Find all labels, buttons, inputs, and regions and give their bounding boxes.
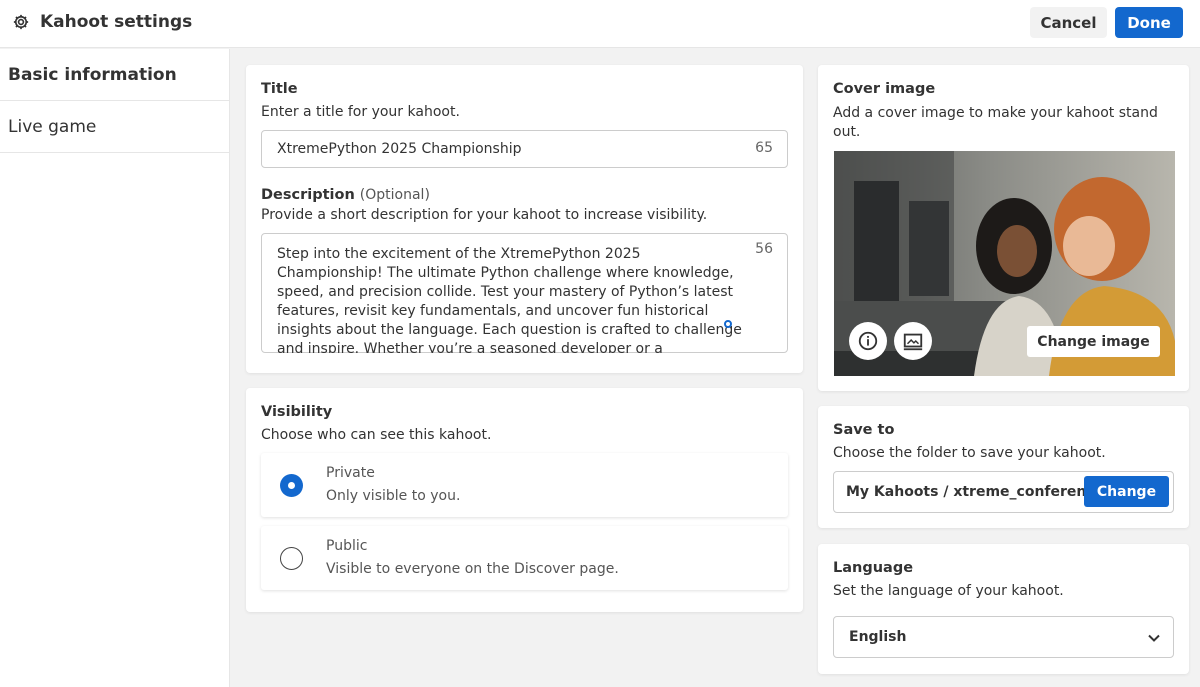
language-label: Language bbox=[833, 560, 914, 576]
cover-image: Change image bbox=[834, 151, 1175, 376]
radio-public[interactable] bbox=[280, 547, 303, 570]
description-label: Description (Optional) bbox=[261, 184, 430, 203]
change-image-button[interactable]: Change image bbox=[1027, 326, 1160, 357]
done-button[interactable]: Done bbox=[1115, 7, 1183, 38]
cover-image-card: Cover image Add a cover image to make yo… bbox=[818, 65, 1189, 391]
sidebar: Basic information Live game bbox=[0, 49, 230, 687]
title-char-counter: 65 bbox=[755, 140, 773, 156]
folder-path: My Kahoots / xtreme_conferen... bbox=[846, 484, 1103, 500]
cancel-button[interactable]: Cancel bbox=[1030, 7, 1107, 38]
description-optional: (Optional) bbox=[359, 187, 430, 203]
title-input-value: XtremePython 2025 Championship bbox=[277, 141, 522, 157]
description-label-text: Description bbox=[261, 187, 355, 203]
radio-private[interactable] bbox=[280, 474, 303, 497]
option-title: Private bbox=[326, 465, 375, 481]
language-select[interactable]: English bbox=[833, 616, 1174, 658]
description-textarea[interactable]: Step into the excitement of the XtremePy… bbox=[261, 233, 788, 353]
info-icon bbox=[858, 331, 878, 351]
title-hint: Enter a title for your kahoot. bbox=[261, 104, 460, 120]
visibility-label: Visibility bbox=[261, 404, 333, 420]
folder-picker: My Kahoots / xtreme_conferen... Change bbox=[833, 471, 1174, 513]
option-description: Visible to everyone on the Discover page… bbox=[326, 561, 619, 577]
description-hint: Provide a short description for your kah… bbox=[261, 207, 708, 223]
page-title: Kahoot settings bbox=[40, 12, 193, 32]
sidebar-item-basic-information[interactable]: Basic information bbox=[0, 49, 229, 101]
gear-icon bbox=[13, 14, 29, 30]
language-card: Language Set the language of your kahoot… bbox=[818, 544, 1189, 674]
option-title: Public bbox=[326, 538, 368, 554]
sidebar-item-live-game[interactable]: Live game bbox=[0, 101, 229, 153]
title-description-card: Title Enter a title for your kahoot. Xtr… bbox=[246, 65, 803, 373]
top-bar: Kahoot settings Cancel Done bbox=[0, 0, 1200, 48]
visibility-option-private[interactable]: Private Only visible to you. bbox=[261, 453, 788, 517]
image-edit-button[interactable] bbox=[894, 322, 932, 360]
image-edit-icon bbox=[903, 333, 923, 351]
option-description: Only visible to you. bbox=[326, 488, 461, 504]
chevron-down-icon bbox=[1148, 634, 1160, 642]
language-hint: Set the language of your kahoot. bbox=[833, 583, 1064, 599]
save-to-hint: Choose the folder to save your kahoot. bbox=[833, 445, 1106, 461]
description-char-counter: 56 bbox=[755, 241, 773, 257]
visibility-card: Visibility Choose who can see this kahoo… bbox=[246, 388, 803, 612]
resize-handle-icon[interactable] bbox=[724, 320, 732, 328]
title-label: Title bbox=[261, 81, 298, 97]
change-folder-button[interactable]: Change bbox=[1084, 476, 1169, 507]
title-input[interactable]: XtremePython 2025 Championship 65 bbox=[261, 130, 788, 168]
cover-image-label: Cover image bbox=[833, 81, 936, 97]
info-button[interactable] bbox=[849, 322, 887, 360]
cover-image-hint: Add a cover image to make your kahoot st… bbox=[833, 105, 1158, 140]
visibility-option-public[interactable]: Public Visible to everyone on the Discov… bbox=[261, 526, 788, 590]
visibility-hint: Choose who can see this kahoot. bbox=[261, 427, 492, 443]
description-value: Step into the excitement of the XtremePy… bbox=[277, 246, 742, 353]
language-value: English bbox=[849, 629, 907, 645]
save-to-label: Save to bbox=[833, 422, 895, 438]
save-to-card: Save to Choose the folder to save your k… bbox=[818, 406, 1189, 528]
